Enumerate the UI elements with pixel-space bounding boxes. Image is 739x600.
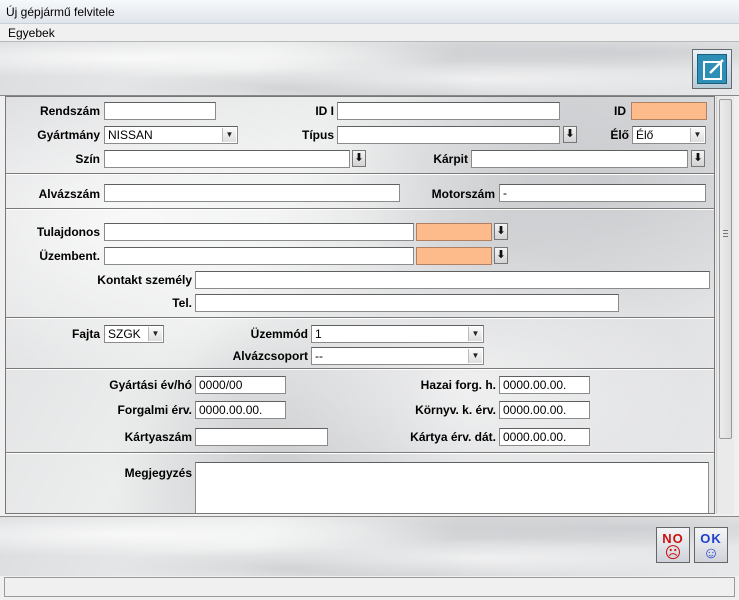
kartyaszam-input[interactable] xyxy=(195,428,328,446)
tipus-dropdown-button[interactable]: ⬇ xyxy=(563,126,577,143)
elo-select[interactable]: Élő ▼ xyxy=(632,126,706,144)
ok-button[interactable]: OK ☺ xyxy=(694,527,728,563)
tel-input[interactable] xyxy=(195,294,619,312)
top-toolbar xyxy=(0,42,739,96)
forgalmi-input[interactable]: 0000.00.00. xyxy=(195,401,286,419)
forgalmi-label: Forgalmi érv. xyxy=(117,403,192,417)
uzembent-input[interactable] xyxy=(104,247,414,265)
karpit-dropdown-button[interactable]: ⬇ xyxy=(691,150,705,167)
vertical-scrollbar[interactable] xyxy=(716,96,734,514)
hazai-input[interactable]: 0000.00.00. xyxy=(499,376,590,394)
uzemmod-label: Üzemmód xyxy=(250,327,308,341)
szin-label: Szín xyxy=(75,152,100,166)
alvazszam-input[interactable] xyxy=(104,184,400,202)
chevron-down-icon[interactable]: ▼ xyxy=(222,128,236,142)
no-button[interactable]: NO ☹ xyxy=(656,527,690,563)
tulajdonos-code-input[interactable] xyxy=(416,223,492,241)
uzembent-dropdown-button[interactable]: ⬇ xyxy=(494,247,508,264)
edit-button[interactable] xyxy=(692,49,732,89)
title-bar: Új gépjármű felvitele xyxy=(0,0,739,24)
karpit-input[interactable] xyxy=(471,150,688,168)
gyartmany-value: NISSAN xyxy=(108,128,153,142)
arrow-down-icon: ⬇ xyxy=(565,128,575,140)
motorszam-input[interactable]: - xyxy=(499,184,706,202)
idi-input[interactable] xyxy=(337,102,560,120)
alvazcsoport-select[interactable]: -- ▼ xyxy=(311,347,484,365)
tulajdonos-input[interactable] xyxy=(104,223,414,241)
rendszam-input[interactable] xyxy=(104,102,216,120)
uzemmod-value: 1 xyxy=(315,327,322,341)
alvazcsoport-value: -- xyxy=(315,349,323,363)
tulajdonos-label: Tulajdonos xyxy=(36,225,100,239)
section-divider xyxy=(6,317,714,319)
smiley-face-icon: ☺ xyxy=(702,545,720,562)
megjegyzes-label: Megjegyzés xyxy=(124,466,192,480)
bottom-toolbar: NO ☹ OK ☺ xyxy=(0,516,739,576)
uzembent-code-input[interactable] xyxy=(416,247,492,265)
alvazcsoport-label: Alvázcsoport xyxy=(232,349,308,363)
fajta-select[interactable]: SZGK ▼ xyxy=(104,325,164,343)
tipus-input[interactable] xyxy=(337,126,560,144)
no-label: NO xyxy=(662,531,684,546)
tel-label: Tel. xyxy=(172,296,192,310)
fajta-label: Fajta xyxy=(71,327,100,341)
section-divider xyxy=(6,368,714,370)
edit-icon xyxy=(697,54,727,84)
megjegyzes-textarea[interactable] xyxy=(195,462,709,513)
ok-label: OK xyxy=(700,531,722,546)
arrow-down-icon: ⬇ xyxy=(496,225,506,237)
kontakt-label: Kontakt személy xyxy=(97,273,192,287)
motorszam-label: Motorszám xyxy=(431,187,495,201)
elo-label: Élő xyxy=(610,128,629,142)
arrow-down-icon: ⬇ xyxy=(693,152,703,164)
alvazszam-label: Alvázszám xyxy=(38,187,100,201)
karpit-label: Kárpit xyxy=(433,152,468,166)
window-title: Új gépjármű felvitele xyxy=(6,5,115,19)
elo-value: Élő xyxy=(636,128,654,142)
id-input[interactable] xyxy=(631,102,707,120)
chevron-down-icon[interactable]: ▼ xyxy=(690,128,704,142)
uzembent-label: Üzembent. xyxy=(39,249,100,263)
kartya-erv-label: Kártya érv. dát. xyxy=(410,430,496,444)
menu-bar: Egyebek xyxy=(0,24,739,42)
kornyv-input[interactable]: 0000.00.00. xyxy=(499,401,590,419)
szin-dropdown-button[interactable]: ⬇ xyxy=(352,150,366,167)
gyartasi-label: Gyártási év/hó xyxy=(109,378,192,392)
gyartmany-select[interactable]: NISSAN ▼ xyxy=(104,126,238,144)
kartya-erv-input[interactable]: 0000.00.00. xyxy=(499,428,590,446)
status-bar xyxy=(4,577,735,597)
idi-label: ID I xyxy=(315,104,334,118)
section-divider xyxy=(6,173,714,175)
szin-input[interactable] xyxy=(104,150,350,168)
tulajdonos-dropdown-button[interactable]: ⬇ xyxy=(494,223,508,240)
uzemmod-select[interactable]: 1 ▼ xyxy=(311,325,484,343)
gyartmany-label: Gyártmány xyxy=(37,128,100,142)
kartyaszam-label: Kártyaszám xyxy=(124,430,192,444)
sad-face-icon: ☹ xyxy=(664,545,682,562)
form-panel: Rendszám ID I ID Gyártmány NISSAN ▼ Típu… xyxy=(5,96,715,514)
chevron-down-icon[interactable]: ▼ xyxy=(148,327,162,341)
section-divider xyxy=(6,208,714,210)
fajta-value: SZGK xyxy=(108,327,141,341)
chevron-down-icon[interactable]: ▼ xyxy=(468,349,482,363)
arrow-down-icon: ⬇ xyxy=(496,249,506,261)
menu-item-egyebek[interactable]: Egyebek xyxy=(8,26,55,40)
hazai-label: Hazai forg. h. xyxy=(420,378,496,392)
arrow-down-icon: ⬇ xyxy=(354,152,364,164)
kornyv-label: Környv. k. érv. xyxy=(415,403,496,417)
chevron-down-icon[interactable]: ▼ xyxy=(468,327,482,341)
section-divider xyxy=(6,452,714,454)
rendszam-label: Rendszám xyxy=(39,104,100,118)
tipus-label: Típus xyxy=(302,128,334,142)
gyartasi-input[interactable]: 0000/00 xyxy=(195,376,286,394)
id-label: ID xyxy=(614,104,626,118)
kontakt-input[interactable] xyxy=(195,271,710,289)
scrollbar-thumb[interactable] xyxy=(719,99,732,439)
